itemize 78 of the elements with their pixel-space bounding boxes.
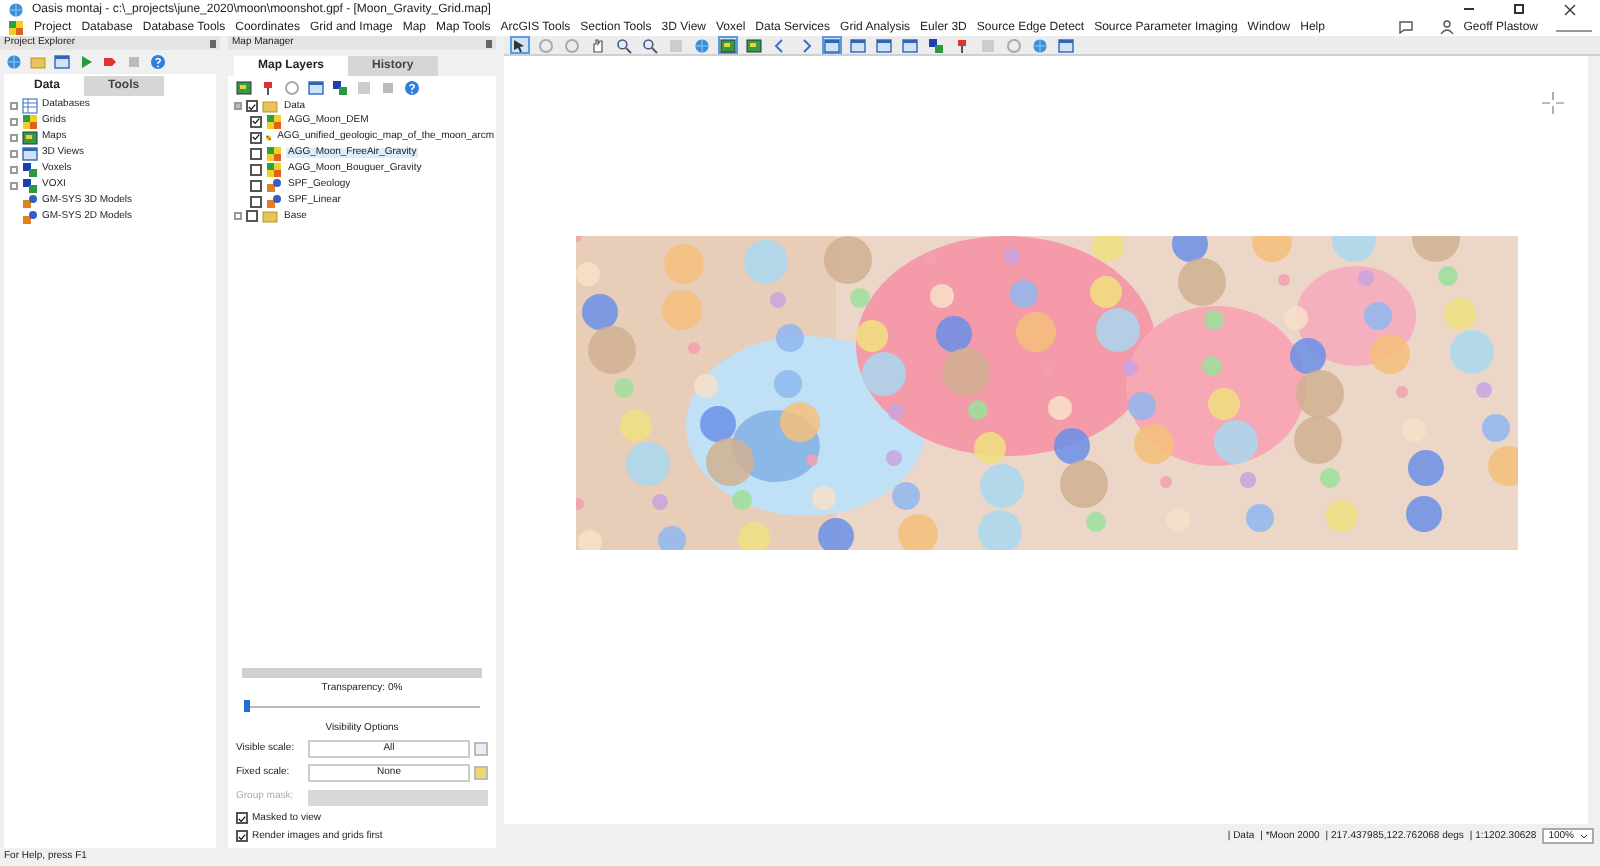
square-icon	[356, 79, 372, 95]
expand-icon[interactable]	[10, 165, 18, 173]
layer-checkbox[interactable]	[250, 163, 262, 175]
grid-icon	[8, 19, 24, 35]
toolbar-button[interactable]	[588, 36, 608, 54]
map-icon	[746, 37, 762, 53]
toolbar-button[interactable]	[874, 36, 894, 54]
close-icon[interactable]	[1564, 3, 1576, 15]
chat-icon[interactable]	[1397, 20, 1414, 34]
magnifier-icon	[642, 37, 658, 53]
stop-icon	[126, 54, 142, 70]
layer-checkbox[interactable]	[250, 115, 262, 127]
layer-checkbox[interactable]	[250, 179, 262, 191]
layer-checkbox[interactable]	[246, 100, 258, 112]
window-icon	[1058, 37, 1074, 53]
layer-checkbox[interactable]	[250, 195, 262, 207]
color-squares-icon	[928, 37, 944, 53]
globe-icon	[1032, 37, 1048, 53]
help-icon	[150, 54, 166, 70]
expand-icon[interactable]	[10, 101, 18, 109]
chevron-left-icon	[772, 37, 788, 53]
map-icon	[236, 79, 252, 95]
layer-checkbox[interactable]	[250, 131, 262, 143]
circle-icon	[564, 37, 580, 53]
folder-icon	[30, 54, 46, 70]
slider-thumb[interactable]	[244, 700, 250, 712]
expand-icon[interactable]	[234, 212, 242, 220]
expand-icon[interactable]	[10, 149, 18, 157]
toolbar-button[interactable]	[1056, 36, 1076, 54]
window-icon	[22, 145, 38, 161]
cursor-icon	[512, 37, 528, 53]
color-squares-icon	[332, 79, 348, 95]
expand-icon[interactable]	[10, 181, 18, 189]
expand-icon[interactable]	[10, 117, 18, 125]
toolbar-button[interactable]	[640, 36, 660, 54]
record-icon	[102, 54, 118, 70]
horizontal-scrollbar[interactable]	[242, 668, 482, 678]
circle-icon	[1006, 37, 1022, 53]
circle-icon	[284, 79, 300, 95]
layer-checkbox[interactable]	[246, 210, 258, 222]
toolbar-button[interactable]	[822, 36, 842, 54]
map-icon	[22, 129, 38, 145]
window-icon	[902, 37, 918, 53]
grid-icon	[22, 113, 38, 129]
globe-icon	[694, 37, 710, 53]
user-icon[interactable]	[1439, 20, 1454, 34]
window-icon	[850, 37, 866, 53]
crosshair-icon	[1542, 92, 1564, 114]
table-icon	[22, 97, 38, 113]
toolbar-button[interactable]	[900, 36, 920, 54]
folder-icon	[262, 98, 278, 114]
option-checkbox[interactable]	[236, 812, 248, 824]
toolbar-button[interactable]	[718, 36, 738, 54]
expand-icon[interactable]	[10, 133, 18, 141]
option-checkbox[interactable]	[236, 830, 248, 842]
toolbar-button[interactable]	[614, 36, 634, 54]
toolbar-button[interactable]	[848, 36, 868, 54]
layer-checkbox[interactable]	[250, 147, 262, 159]
globe-icon	[6, 54, 22, 70]
transparency-slider[interactable]	[244, 700, 480, 712]
globe-icon	[8, 1, 24, 17]
map-icon	[720, 37, 736, 53]
play-icon	[78, 54, 94, 70]
stop-icon	[380, 79, 396, 95]
window-icon	[876, 37, 892, 53]
magnifier-icon	[616, 37, 632, 53]
folder-icon	[262, 208, 278, 224]
restore-icon[interactable]	[1514, 4, 1524, 14]
circle-icon	[538, 37, 554, 53]
window-icon	[824, 37, 840, 53]
window-icon	[308, 79, 324, 95]
vertical-scrollbar[interactable]	[1588, 56, 1600, 824]
toolbar-button[interactable]	[744, 36, 764, 54]
window-icon	[54, 54, 70, 70]
toolbar-button[interactable]	[926, 36, 946, 54]
toolbar-button[interactable]	[510, 36, 530, 54]
dropdown-field[interactable]	[308, 789, 488, 805]
chevron-right-icon	[798, 37, 814, 53]
